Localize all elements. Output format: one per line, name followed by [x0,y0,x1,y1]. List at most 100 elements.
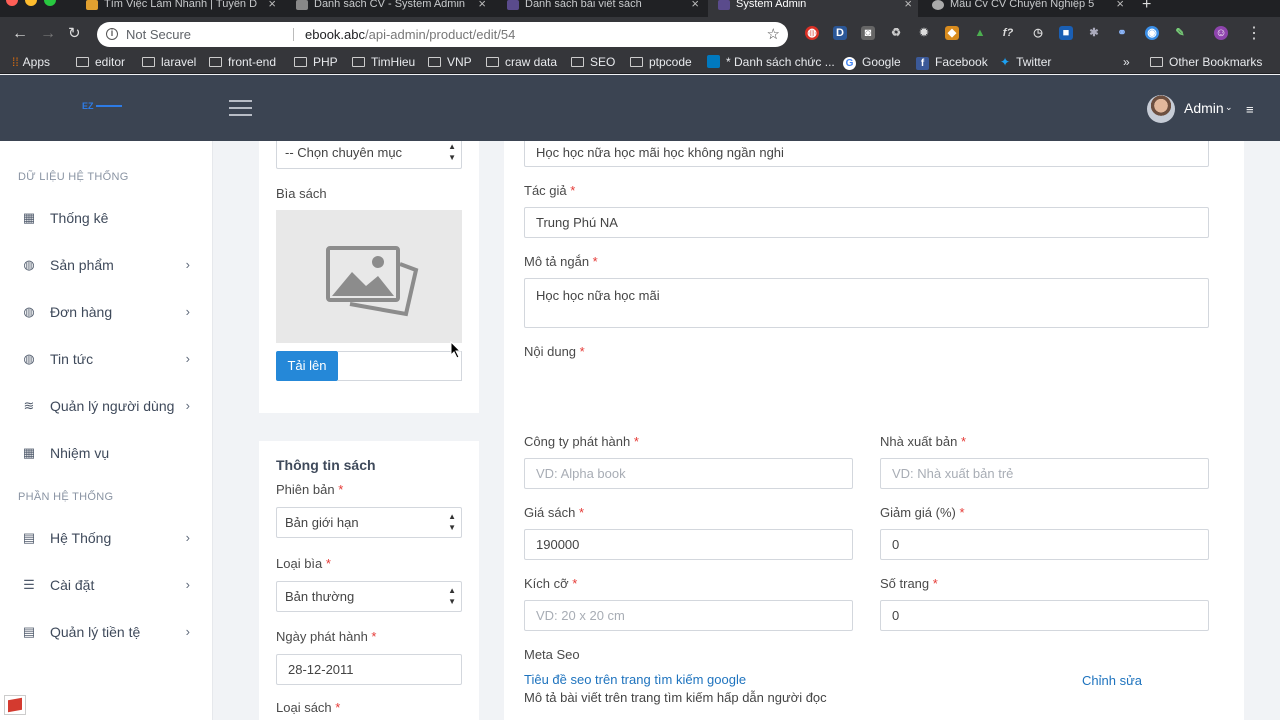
bookmark-folder[interactable]: editor [76,55,125,70]
bookmark-folder[interactable]: VNP [428,55,472,70]
timer-extension-icon[interactable]: ◷ [1031,26,1045,40]
bookmark-label: TimHieu [371,55,416,69]
logo[interactable]: EZ [82,101,122,111]
tab-close-icon[interactable]: × [1116,0,1124,10]
bookmark-apps[interactable]: ⁞⁞ Apps [12,55,50,70]
release-date-input[interactable]: 28-12-2011 [276,654,462,685]
bookmark-star-icon[interactable]: ☆ [767,22,780,47]
sidebar-item-dashboard[interactable]: ▦ Thống kê [0,201,213,237]
upload-button[interactable]: Tải lên [276,351,338,381]
edition-select[interactable]: Bản giới hạn ▲ ▼ [276,507,462,538]
close-window-icon[interactable] [6,0,18,6]
sidebar-item-label: Hệ Thống [50,530,112,546]
title-input[interactable]: Học học nữa học mãi học không ngần nghi [524,141,1209,167]
author-input[interactable]: Trung Phú NA [524,207,1209,238]
extension-icon[interactable]: ■ [1059,26,1073,40]
sidebar-item-news[interactable]: ◍ Tin tức › [0,342,213,378]
price-input[interactable]: 190000 [524,529,853,560]
tab-close-icon[interactable]: × [904,0,912,10]
bookmark-label: craw data [505,55,558,69]
new-tab-button[interactable]: + [1142,0,1162,17]
profile-avatar-icon[interactable]: ☺ [1214,26,1228,40]
folder-icon [76,57,89,67]
bookmark-folder[interactable]: laravel [142,55,196,70]
label-text: Ngày phát hành [276,629,368,644]
cover-image-preview[interactable] [276,210,462,343]
sidebar-item-products[interactable]: ◍ Sản phẩm › [0,248,213,284]
pin-extension-icon[interactable]: ✎ [1173,26,1187,40]
bookmark-google[interactable]: G Google [843,55,901,70]
size-input[interactable]: VD: 20 x 20 cm [524,600,853,631]
sidebar-item-system[interactable]: ▤ Hệ Thống › [0,521,213,557]
globe-extension-icon[interactable]: ◉ [1145,26,1159,40]
tab-close-icon[interactable]: × [268,0,276,10]
info-icon[interactable]: i [106,28,118,40]
cover-type-select[interactable]: Bản thường ▲ ▼ [276,581,462,612]
bookmark-label: Google [862,55,901,69]
bookmark-folder[interactable]: PHP [294,55,338,70]
publisher-company-input[interactable]: VD: Alpha book [524,458,853,489]
minimize-window-icon[interactable] [25,0,37,6]
category-select[interactable]: -- Chọn chuyên mục ▲ ▼ [276,141,462,169]
browser-menu-icon[interactable]: ⋮ [1246,24,1262,44]
sidebar-item-settings[interactable]: ☰ Cài đặt › [0,568,213,604]
sidebar-toggle-icon[interactable] [229,100,252,116]
gear-extension-icon[interactable]: ✹ [917,26,931,40]
bookmark-twitter[interactable]: ✦ Twitter [1000,55,1051,70]
security-label: Not Secure [126,27,192,42]
sidebar-item-users[interactable]: ≋ Quản lý người dùng › [0,389,213,425]
other-bookmarks[interactable]: Other Bookmarks [1150,55,1262,70]
formula-extension-icon[interactable]: f? [1001,26,1015,40]
browser-tab-active[interactable]: System Admin × [708,0,918,17]
bookmark-facebook[interactable]: f Facebook [916,55,988,70]
bookmark-folder[interactable]: TimHieu [352,55,415,70]
chart-extension-icon[interactable]: ▲ [973,26,987,40]
bookmark-label: SEO [590,55,616,69]
user-name[interactable]: Admin [1184,100,1224,116]
avatar[interactable] [1147,95,1175,123]
required-mark: * [959,505,965,520]
bookmarks-overflow-button[interactable]: » [1123,55,1130,70]
short-desc-textarea[interactable]: Học học nữa học mãi [524,278,1209,328]
tab-close-icon[interactable]: × [478,0,486,10]
browser-tab[interactable]: Mẫu Cv CV Chuyên Nghiệp 5 × [922,0,1130,17]
link-extension-icon[interactable]: ⚭ [1115,26,1129,40]
forward-icon[interactable]: → [40,24,56,44]
bookmark-folder[interactable]: craw data [486,55,557,70]
globe-icon: ◍ [23,257,35,272]
url-text[interactable]: ebook.abc/api-admin/product/edit/54 [305,22,515,47]
discount-input[interactable]: 0 [880,529,1209,560]
browser-tab[interactable]: Danh sách bài viết sách × [497,0,705,17]
recycle-extension-icon[interactable]: ♻ [889,26,903,40]
maximize-window-icon[interactable] [44,0,56,6]
bookmark-folder[interactable]: SEO [571,55,615,70]
chevron-down-icon[interactable]: ⌄ [1225,102,1233,113]
tab-favicon-icon [86,0,98,10]
settings-extension-icon[interactable]: ✱ [1087,26,1101,40]
extension-icon[interactable]: ◆ [945,26,959,40]
extension-icon[interactable]: ◍ [805,26,819,40]
pages-input[interactable]: 0 [880,600,1209,631]
bookmark-folder[interactable]: ptpcode [630,55,692,70]
tab-title: Tìm Việc Làm Nhanh | Tuyển D [104,0,258,10]
discount-label: Giảm giá (%) * [880,505,965,520]
seo-edit-link[interactable]: Chỉnh sửa [1082,673,1142,688]
back-icon[interactable]: ← [12,24,28,44]
publisher-input[interactable]: VD: Nhà xuất bản trẻ [880,458,1209,489]
required-mark: * [578,505,584,520]
tab-close-icon[interactable]: × [691,0,699,10]
sidebar-item-orders[interactable]: ◍ Đơn hàng › [0,295,213,331]
reload-icon[interactable]: ↻ [68,24,81,44]
sidebar-item-tasks[interactable]: ▦ Nhiệm vụ [0,436,213,472]
upload-filename-field[interactable] [338,351,462,381]
extension-icon[interactable]: D [833,26,847,40]
menu-icon[interactable]: ≡ [1246,102,1254,117]
browser-tab[interactable]: Tìm Việc Làm Nhanh | Tuyển D × [76,0,282,17]
browser-tab[interactable]: Danh sách CV - System Admin × [286,0,492,17]
sidebar-item-currency[interactable]: ▤ Quản lý tiền tệ › [0,615,213,651]
app-dock-icon[interactable] [4,695,26,715]
address-bar[interactable]: i Not Secure ebook.abc/api-admin/product… [97,22,788,47]
bookmark-trello[interactable]: * Danh sách chức ... [707,55,835,70]
camera-extension-icon[interactable]: ◙ [861,26,875,40]
bookmark-folder[interactable]: front-end [209,55,276,70]
